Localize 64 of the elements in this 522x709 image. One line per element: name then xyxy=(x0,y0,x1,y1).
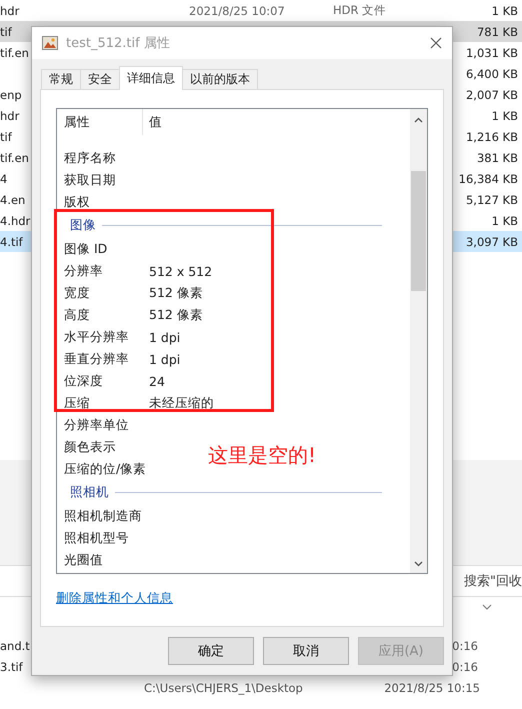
window-title: test_512.tif 属性 xyxy=(66,35,171,52)
file-name: and.t xyxy=(0,638,30,652)
close-icon[interactable] xyxy=(430,37,442,49)
property-value: 1 dpi xyxy=(149,352,180,366)
column-header[interactable]: 值 xyxy=(143,114,162,130)
dialog-button[interactable]: 取消 xyxy=(263,637,349,665)
file-location: C:\Users\CHJERS_1\Desktop xyxy=(144,680,303,694)
property-name: 照相机制造商 xyxy=(64,508,143,524)
scrollbar[interactable] xyxy=(410,109,427,573)
file-name: tif xyxy=(0,130,12,144)
file-size: 2,007 KB xyxy=(466,88,518,102)
property-value: 1 dpi xyxy=(149,330,180,344)
file-size: 1,031 KB xyxy=(466,46,518,60)
scroll-up-icon[interactable] xyxy=(414,117,423,123)
property-value: 未经压缩的 xyxy=(149,394,214,412)
file-name: 4.tif xyxy=(0,234,23,248)
property-name: 获取日期 xyxy=(64,172,117,188)
property-name: 图像 ID xyxy=(64,240,108,258)
property-name: 分辨率 xyxy=(64,262,104,280)
dialog-button[interactable]: 确定 xyxy=(168,637,254,665)
property-name: 照相机型号 xyxy=(64,530,130,546)
scrollbar-thumb[interactable] xyxy=(411,171,426,291)
remove-properties-link[interactable]: 删除属性和个人信息 xyxy=(56,590,173,607)
tab[interactable]: 以前的版本 xyxy=(182,69,258,89)
property-value: 512 像素 xyxy=(149,284,203,302)
property-value: 24 xyxy=(149,374,165,388)
file-date: 0:16 xyxy=(452,660,478,674)
property-value: 512 像素 xyxy=(149,306,203,324)
property-name: 颜色表示 xyxy=(64,438,117,456)
property-value: 512 x 512 xyxy=(149,264,212,278)
file-date: 0:16 xyxy=(452,638,478,652)
property-name: 光圈值 xyxy=(64,552,104,568)
group-header: 照相机 xyxy=(57,480,410,505)
file-date: 2021/8/25 10:15 xyxy=(384,680,480,694)
file-type: HDR 文件 xyxy=(333,3,386,18)
file-name: tif xyxy=(0,24,12,38)
column-header[interactable]: 属性 xyxy=(57,109,143,135)
file-name: enp xyxy=(0,88,22,102)
tab[interactable]: 详细信息 xyxy=(119,66,183,90)
property-name: 宽度 xyxy=(64,284,91,302)
scroll-down-icon[interactable] xyxy=(414,561,423,567)
file-size: 781 KB xyxy=(476,24,518,38)
file-date: 2021/8/25 10:07 xyxy=(189,4,285,18)
property-name: 高度 xyxy=(64,306,91,324)
search-field[interactable]: 搜索"回收 xyxy=(460,572,522,590)
file-name: 3.tif xyxy=(0,660,23,674)
file-name: tif.en xyxy=(0,46,29,60)
file-size: 3,097 KB xyxy=(466,234,518,248)
property-name: 压缩 xyxy=(64,394,91,412)
file-size: 1 KB xyxy=(492,4,518,18)
image-file-icon xyxy=(42,36,58,50)
property-name: 分辨率单位 xyxy=(64,416,130,434)
property-name: 压缩的位/像素 xyxy=(64,460,148,478)
file-row[interactable]: hdr 2021/8/25 10:07 HDR 文件 1 KB xyxy=(0,0,522,21)
property-name: 程序名称 xyxy=(64,150,117,166)
tab[interactable]: 常规 xyxy=(41,69,81,89)
chevron-icon[interactable] xyxy=(482,604,492,610)
file-size: 1,216 KB xyxy=(466,130,518,144)
file-name: hdr xyxy=(0,4,20,18)
property-name: 版权 xyxy=(64,194,91,210)
property-name: 垂直分辨率 xyxy=(64,350,130,368)
annotation-text: 这里是空的! xyxy=(208,442,316,469)
property-name: 水平分辨率 xyxy=(64,328,130,346)
property-name: 位深度 xyxy=(64,372,104,390)
